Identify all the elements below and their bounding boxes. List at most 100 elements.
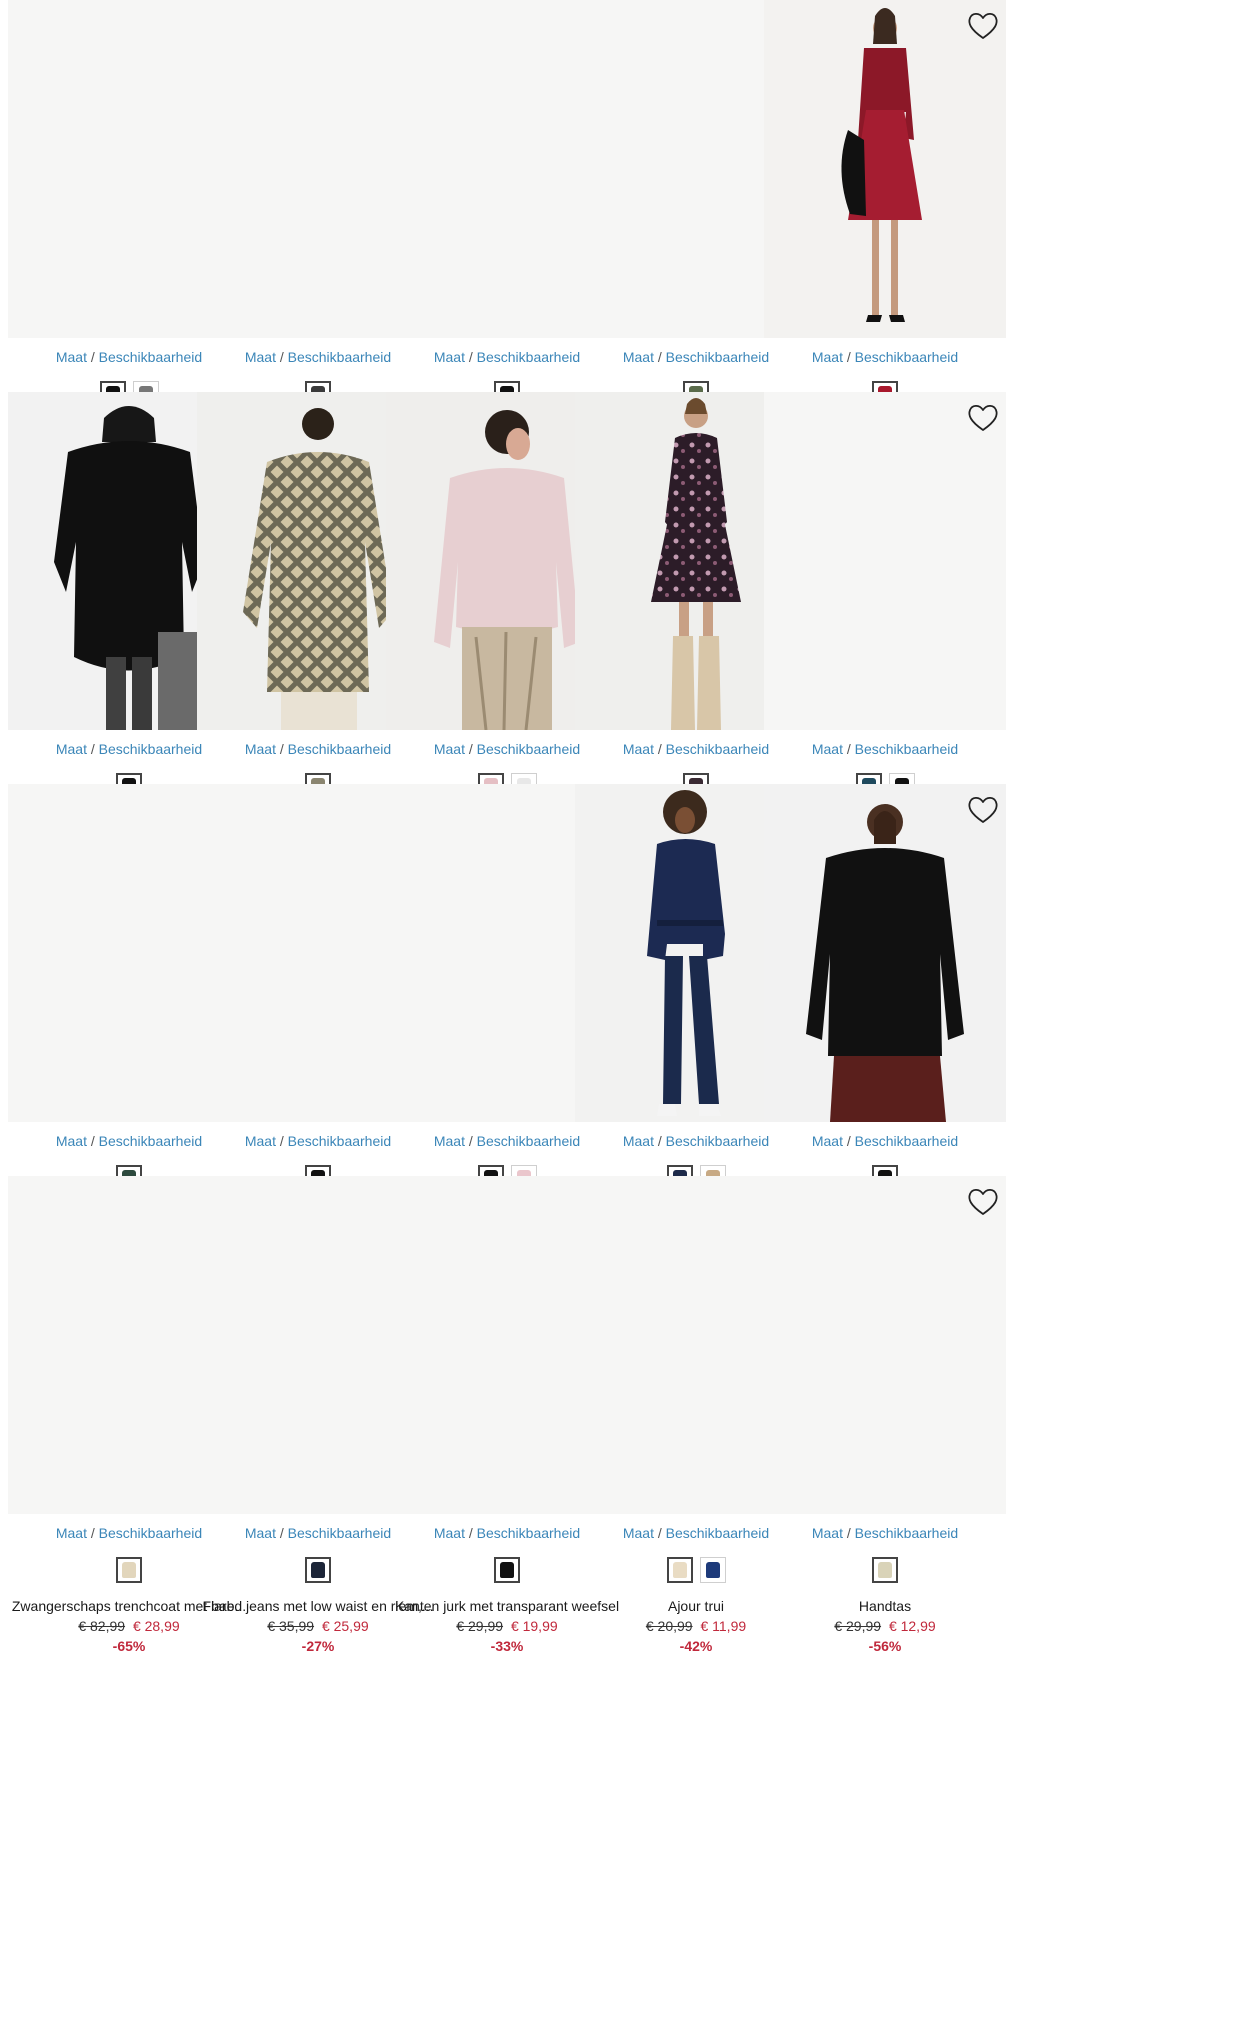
size-link-label[interactable]: Maat [245,349,276,365]
size-link-separator: / [468,349,473,365]
size-link-label[interactable]: Maat [245,741,276,757]
size-link-separator: / [846,1525,851,1541]
availability-link-label[interactable]: Beschikbaarheid [477,741,581,757]
heart-icon[interactable] [966,794,1000,826]
size-link-label[interactable]: Maat [434,1133,465,1149]
size-link-separator: / [657,741,662,757]
size-availability-link[interactable]: Maat / Beschikbaarheid [764,1133,1006,1149]
availability-link-label[interactable]: Beschikbaarheid [666,741,770,757]
size-link-separator: / [468,1133,473,1149]
product-image[interactable] [764,784,1006,1122]
color-swatch[interactable] [699,1557,726,1583]
product-image[interactable] [764,0,1006,338]
size-link-label[interactable]: Maat [56,349,87,365]
size-link-separator: / [90,1525,95,1541]
size-link-label[interactable]: Maat [623,349,654,365]
product-name[interactable]: Handtas [760,1598,1010,1614]
size-link-separator: / [279,349,284,365]
swatch-color-icon [311,1562,325,1578]
old-price: € 20,99 [645,1618,693,1634]
size-link-label[interactable]: Maat [812,1525,843,1541]
heart-icon[interactable] [966,10,1000,42]
availability-link-label[interactable]: Beschikbaarheid [288,349,392,365]
size-link-separator: / [279,1133,284,1149]
availability-link-label[interactable]: Beschikbaarheid [99,741,203,757]
sale-price: € 25,99 [321,1618,369,1634]
sale-price: € 11,99 [700,1618,747,1634]
swatch-color-icon [500,1562,514,1578]
size-link-separator: / [90,1133,95,1149]
color-swatch[interactable] [494,1557,520,1583]
availability-link-label[interactable]: Beschikbaarheid [666,1133,770,1149]
availability-link-label[interactable]: Beschikbaarheid [288,1133,392,1149]
size-availability-link[interactable]: Maat / Beschikbaarheid [764,1525,1006,1541]
heart-icon[interactable] [966,402,1000,434]
size-link-label[interactable]: Maat [812,349,843,365]
size-link-label[interactable]: Maat [56,741,87,757]
size-link-separator: / [846,349,851,365]
old-price: € 82,99 [78,1618,126,1634]
size-link-label[interactable]: Maat [623,1133,654,1149]
size-link-separator: / [90,349,95,365]
size-link-label[interactable]: Maat [623,1525,654,1541]
availability-link-label[interactable]: Beschikbaarheid [477,349,581,365]
color-swatch[interactable] [116,1557,142,1583]
availability-link-label[interactable]: Beschikbaarheid [666,349,770,365]
color-swatch[interactable] [305,1557,331,1583]
swatch-color-icon [122,1562,136,1578]
availability-link-label[interactable]: Beschikbaarheid [288,1525,392,1541]
availability-link-label[interactable]: Beschikbaarheid [477,1133,581,1149]
availability-link-label[interactable]: Beschikbaarheid [99,349,203,365]
heart-icon[interactable] [966,1186,1000,1218]
size-link-separator: / [657,1133,662,1149]
availability-link-label[interactable]: Beschikbaarheid [855,1133,959,1149]
availability-link-label[interactable]: Beschikbaarheid [855,349,959,365]
size-link-label[interactable]: Maat [434,1525,465,1541]
product-photo[interactable] [764,0,1006,338]
product-image[interactable] [764,392,1006,730]
product-card[interactable]: Maat / Beschikbaarheid Handtas € 29,99 €… [764,1176,1010,1676]
size-link-label[interactable]: Maat [56,1525,87,1541]
product-grid: Maat / Beschikbaarheid Midi jurk € 22,99… [0,0,1250,2041]
size-link-label[interactable]: Maat [245,1133,276,1149]
availability-link-label[interactable]: Beschikbaarheid [288,741,392,757]
size-link-separator: / [846,1133,851,1149]
availability-link-label[interactable]: Beschikbaarheid [99,1133,203,1149]
size-link-label[interactable]: Maat [812,741,843,757]
availability-link-label[interactable]: Beschikbaarheid [477,1525,581,1541]
color-swatches [764,1557,1006,1583]
size-link-label[interactable]: Maat [245,1525,276,1541]
discount-badge: -56% [868,1638,902,1654]
size-availability-link[interactable]: Maat / Beschikbaarheid [764,741,1006,757]
sale-price: € 28,99 [132,1618,180,1634]
swatch-color-icon [705,1562,720,1578]
size-link-label[interactable]: Maat [434,741,465,757]
product-photo[interactable] [764,784,1006,1122]
size-link-separator: / [657,1525,662,1541]
swatch-color-icon [672,1562,687,1578]
swatch-color-icon [878,1562,892,1578]
size-link-label[interactable]: Maat [56,1133,87,1149]
availability-link-label[interactable]: Beschikbaarheid [855,741,959,757]
size-link-separator: / [279,1525,284,1541]
old-price: € 29,99 [834,1618,882,1634]
product-image[interactable] [764,1176,1006,1514]
size-link-separator: / [90,741,95,757]
color-swatch[interactable] [666,1557,693,1583]
size-link-label[interactable]: Maat [812,1133,843,1149]
size-link-label[interactable]: Maat [623,741,654,757]
old-price: € 35,99 [267,1618,315,1634]
availability-link-label[interactable]: Beschikbaarheid [99,1525,203,1541]
sale-price: € 19,99 [510,1618,558,1634]
size-link-separator: / [846,741,851,757]
old-price: € 29,99 [456,1618,504,1634]
availability-link-label[interactable]: Beschikbaarheid [666,1525,770,1541]
product-price: € 29,99 € 12,99 [764,1618,1006,1634]
availability-link-label[interactable]: Beschikbaarheid [855,1525,959,1541]
size-link-separator: / [657,349,662,365]
color-swatch[interactable] [872,1557,898,1583]
size-link-separator: / [468,1525,473,1541]
size-availability-link[interactable]: Maat / Beschikbaarheid [764,349,1006,365]
size-link-label[interactable]: Maat [434,349,465,365]
size-link-separator: / [468,741,473,757]
